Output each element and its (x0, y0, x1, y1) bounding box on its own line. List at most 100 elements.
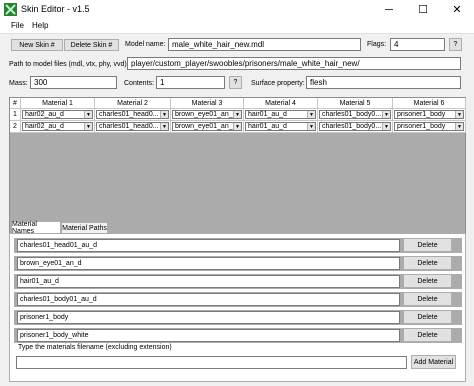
column-header[interactable]: Material 4 (244, 98, 318, 109)
grid-cell[interactable]: hair02_au_d ▼ (21, 121, 95, 133)
add-material-button[interactable]: Add Material (411, 355, 456, 369)
material-name-field[interactable]: brown_eye01_an_d (17, 257, 400, 270)
material-combo[interactable]: brown_eye01_an_d ▼ (172, 110, 242, 119)
grid-cell[interactable]: prisoner1_body ▼ (393, 121, 466, 133)
add-material-label: Type the materials filename (excluding e… (18, 344, 172, 351)
column-header[interactable]: Material 1 (21, 98, 95, 109)
material-combo[interactable]: hair01_au_d ▼ (245, 110, 316, 119)
material-name-field[interactable]: prisoner1_body (17, 311, 400, 324)
material-filename-input[interactable] (16, 356, 407, 369)
chevron-down-icon[interactable]: ▼ (455, 123, 463, 130)
chevron-down-icon[interactable]: ▼ (455, 111, 463, 118)
new-skin-button[interactable]: New Skin # (11, 39, 63, 51)
cell-value: hair02_au_d (25, 111, 64, 118)
cell-value: hair01_au_d (248, 123, 287, 130)
grid-cell[interactable]: brown_eye01_an_d ▼ (171, 109, 244, 121)
grid-cell[interactable]: charles01_head0... ▼ (95, 109, 171, 121)
path-field[interactable]: player/custom_player/swoobles/prisoners/… (127, 57, 461, 70)
column-header[interactable]: Material 3 (171, 98, 244, 109)
path-label: Path to model files (mdl, vtx, phy, vvd)… (9, 61, 129, 68)
contents-help-button[interactable]: ? (229, 76, 242, 89)
grid-cell[interactable]: hair01_au_d ▼ (244, 109, 318, 121)
material-row: hair01_au_d Delete (14, 274, 462, 289)
material-combo[interactable]: hair01_au_d ▼ (245, 122, 316, 131)
grid-cell[interactable]: charles01_body0... ▼ (318, 109, 393, 121)
cell-value: charles01_body0... (322, 123, 382, 130)
material-name-field[interactable]: hair01_au_d (17, 275, 400, 288)
material-combo[interactable]: prisoner1_body ▼ (394, 122, 464, 131)
surface-property-label: Surface property: (251, 80, 305, 87)
row-header[interactable]: 1 (10, 109, 21, 121)
chevron-down-icon[interactable]: ▼ (307, 123, 315, 130)
material-name-field[interactable]: prisoner1_body_white (17, 329, 400, 342)
grid-cell[interactable]: hair01_au_d ▼ (244, 121, 318, 133)
menu-file[interactable]: File (11, 21, 24, 30)
grid-cell[interactable]: charles01_head0... ▼ (95, 121, 171, 133)
grid-empty-area (10, 133, 465, 234)
menu-bar: File Help (0, 19, 474, 34)
grid-cell[interactable]: brown_eye01_an_d ▼ (171, 121, 244, 133)
minimize-button[interactable]: ─ (372, 0, 406, 19)
column-header[interactable]: Material 5 (318, 98, 393, 109)
material-combo[interactable]: hair02_au_d ▼ (22, 122, 93, 131)
material-combo[interactable]: charles01_head0... ▼ (96, 110, 169, 119)
mass-field[interactable]: 300 (30, 76, 117, 89)
app-icon (4, 3, 17, 16)
maximize-button[interactable]: ☐ (406, 0, 440, 19)
grid-cell[interactable]: charles01_body0... ▼ (318, 121, 393, 133)
delete-material-button[interactable]: Delete (403, 238, 452, 252)
row-header[interactable]: 2 (10, 121, 21, 133)
model-name-field[interactable]: male_white_hair_new.mdl (168, 38, 361, 51)
chevron-down-icon[interactable]: ▼ (233, 111, 241, 118)
cell-value: charles01_body0... (322, 111, 382, 118)
flags-label: Flags: (367, 41, 387, 48)
material-name-field[interactable]: charles01_body01_au_d (17, 293, 400, 306)
material-combo[interactable]: charles01_body0... ▼ (319, 110, 391, 119)
material-combo[interactable]: charles01_body0... ▼ (319, 122, 391, 131)
column-header[interactable]: Material 2 (95, 98, 171, 109)
menu-help[interactable]: Help (32, 21, 48, 30)
chevron-down-icon[interactable]: ▼ (307, 111, 315, 118)
chevron-down-icon[interactable]: ▼ (382, 123, 390, 130)
material-row: prisoner1_body Delete (14, 310, 462, 325)
material-combo[interactable]: brown_eye01_an_d ▼ (172, 122, 242, 131)
skin-grid: # Material 1 Material 2 Material 3 Mater… (9, 97, 466, 235)
model-name-label: Model name: (125, 41, 166, 48)
material-row: brown_eye01_an_d Delete (14, 256, 462, 271)
contents-field[interactable]: 1 (156, 76, 225, 89)
close-button[interactable]: ✕ (440, 0, 474, 19)
material-row: charles01_body01_au_d Delete (14, 292, 462, 307)
delete-material-button[interactable]: Delete (403, 328, 452, 342)
flags-field[interactable]: 4 (390, 38, 445, 51)
chevron-down-icon[interactable]: ▼ (160, 111, 168, 118)
column-header[interactable]: Material 6 (393, 98, 466, 109)
chevron-down-icon[interactable]: ▼ (160, 123, 168, 130)
delete-skin-button[interactable]: Delete Skin # (64, 39, 119, 51)
material-name-field[interactable]: charles01_head01_au_d (17, 239, 400, 252)
cell-value: brown_eye01_an_d (175, 111, 237, 118)
flags-help-button[interactable]: ? (449, 38, 462, 51)
surface-property-field[interactable]: flesh (306, 76, 461, 89)
mass-label: Mass: (9, 80, 28, 87)
delete-material-button[interactable]: Delete (403, 274, 452, 288)
contents-label: Contents: (124, 80, 154, 87)
grid-corner: # (10, 98, 21, 109)
chevron-down-icon[interactable]: ▼ (382, 111, 390, 118)
chevron-down-icon[interactable]: ▼ (84, 123, 92, 130)
material-row: charles01_head01_au_d Delete (14, 238, 462, 253)
cell-value: charles01_head0... (99, 123, 159, 130)
material-combo[interactable]: hair02_au_d ▼ (22, 110, 93, 119)
material-combo[interactable]: prisoner1_body ▼ (394, 110, 464, 119)
material-combo[interactable]: charles01_head0... ▼ (96, 122, 169, 131)
material-row: prisoner1_body_white Delete (14, 328, 462, 343)
cell-value: brown_eye01_an_d (175, 123, 237, 130)
delete-material-button[interactable]: Delete (403, 256, 452, 270)
chevron-down-icon[interactable]: ▼ (84, 111, 92, 118)
delete-material-button[interactable]: Delete (403, 310, 452, 324)
cell-value: hair02_au_d (25, 123, 64, 130)
delete-material-button[interactable]: Delete (403, 292, 452, 306)
grid-cell[interactable]: hair02_au_d ▼ (21, 109, 95, 121)
cell-value: hair01_au_d (248, 111, 287, 118)
chevron-down-icon[interactable]: ▼ (233, 123, 241, 130)
grid-cell[interactable]: prisoner1_body ▼ (393, 109, 466, 121)
